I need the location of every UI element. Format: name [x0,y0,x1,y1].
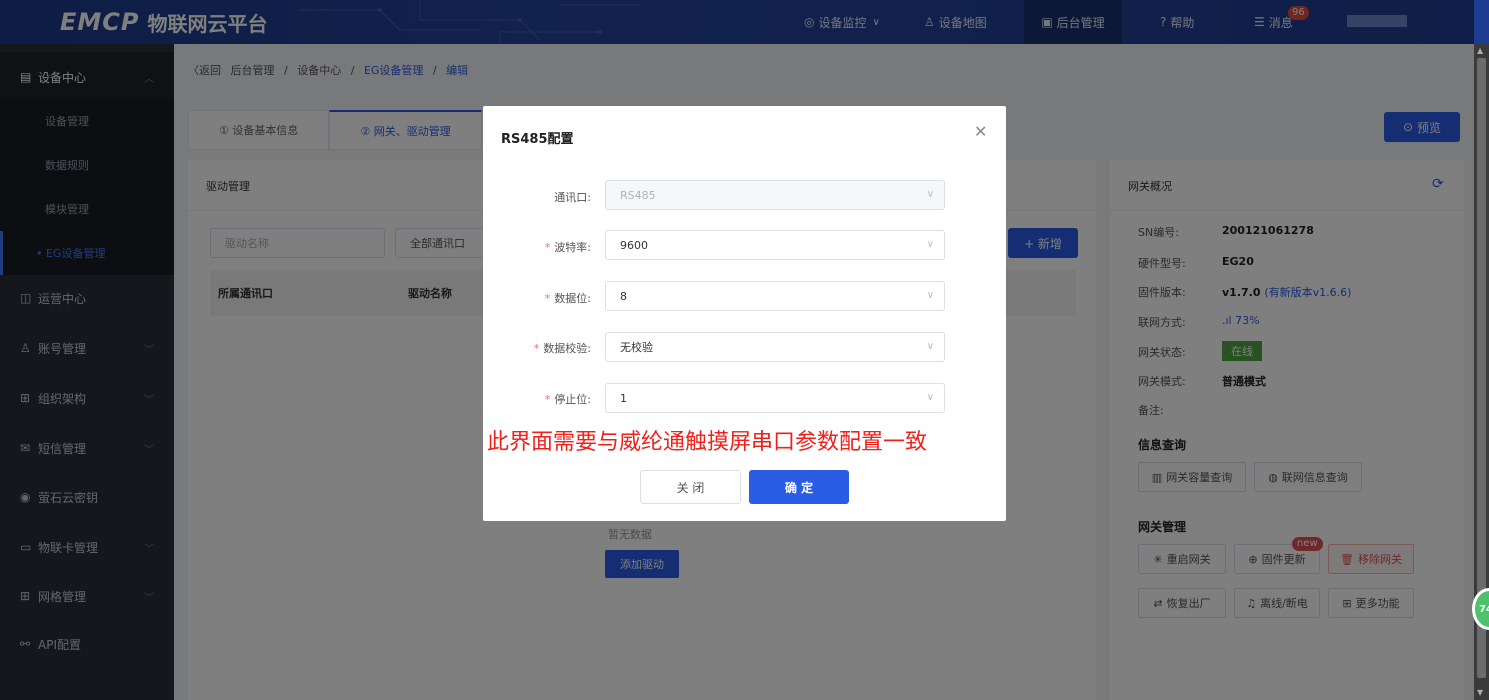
chevron-down-icon: ∨ [926,290,934,301]
select-value: 1 [620,391,627,405]
label-text: 数据位: [554,292,591,305]
chevron-down-icon: ∨ [926,341,934,352]
field-label-stopbits: * 停止位: [483,391,591,407]
scroll-up-icon[interactable]: ▲ [1477,46,1483,55]
scroll-thumb[interactable] [1477,58,1486,678]
required-mark: * [533,342,540,355]
field-label-port: 通讯口: [483,189,591,205]
confirm-button[interactable]: 确 定 [749,470,849,504]
label-text: 数据校验: [543,342,591,355]
select-value: RS485 [620,188,656,202]
chevron-down-icon: ∨ [926,189,934,200]
data-bits-select[interactable]: 8 ∨ [605,281,945,311]
scroll-down-icon[interactable]: ▼ [1477,688,1483,697]
required-mark: * [544,393,551,406]
chevron-down-icon: ∨ [926,239,934,250]
required-mark: * [544,292,551,305]
dialog-title: RS485配置 [501,132,574,147]
baud-rate-select[interactable]: 9600 ∨ [605,230,945,260]
parity-select[interactable]: 无校验 ∨ [605,332,945,362]
label-text: 波特率: [554,241,591,254]
chevron-down-icon: ∨ [926,392,934,403]
field-label-baud: * 波特率: [483,239,591,255]
stop-bits-select[interactable]: 1 ∨ [605,383,945,413]
required-mark: * [544,241,551,254]
select-value: 9600 [620,238,648,252]
annotation-note: 此界面需要与威纶通触摸屏串口参数配置一致 [487,430,928,455]
label-text: 通讯口: [554,191,591,204]
port-select: RS485 ∨ [605,180,945,210]
field-label-databits: * 数据位: [483,290,591,306]
rs485-config-dialog: RS485配置 ✕ 通讯口: RS485 ∨ * 波特率: 9600 ∨ * 数据位… [483,106,1006,521]
close-button[interactable]: 关 闭 [640,470,741,504]
field-label-parity: * 数据校验: [483,340,591,356]
close-icon[interactable]: ✕ [974,122,987,141]
select-value: 8 [620,289,627,303]
select-value: 无校验 [620,341,653,354]
label-text: 停止位: [554,393,591,406]
